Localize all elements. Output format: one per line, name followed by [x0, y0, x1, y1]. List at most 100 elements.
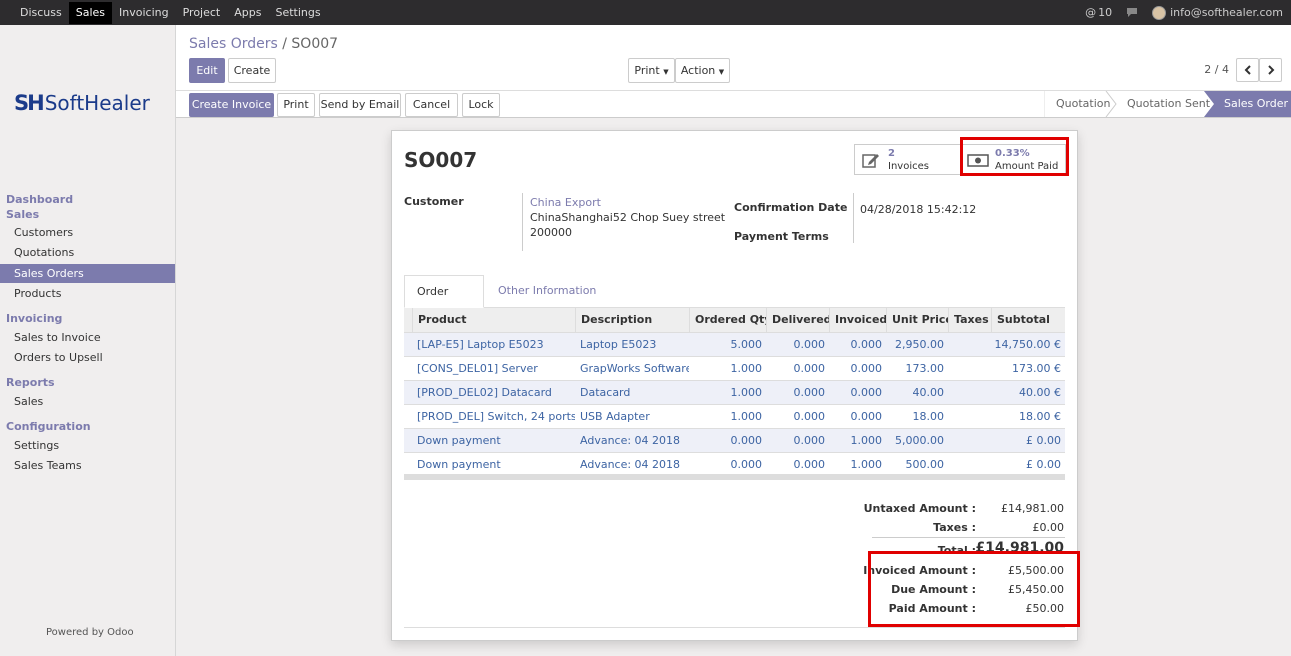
col-subtotal[interactable]: Subtotal	[991, 308, 1065, 332]
sidebar-section-invoicing: Invoicing	[6, 312, 63, 325]
taxes-value: £0.00	[1032, 521, 1065, 534]
pencil-square-icon	[862, 154, 879, 168]
customer-address-line1: ChinaShanghai52 Chop Suey street	[530, 211, 726, 224]
cell-product: Down payment	[417, 434, 501, 447]
print-button[interactable]: Print	[277, 93, 315, 117]
chat-button[interactable]	[1126, 7, 1138, 18]
cancel-button[interactable]: Cancel	[405, 93, 458, 117]
col-product[interactable]: Product	[412, 308, 575, 332]
table-row[interactable]: [PROD_DEL02] Datacard Datacard 1.000 0.000 0…	[404, 380, 1065, 404]
create-button[interactable]: Create	[228, 58, 276, 83]
mentions-count: 10	[1098, 6, 1113, 19]
cell-delivered: 0.000	[793, 434, 826, 447]
sidebar-section-sales: Sales	[6, 208, 40, 221]
field-divider	[522, 193, 523, 251]
cell-delivered: 0.000	[793, 410, 826, 423]
field-divider	[853, 193, 854, 243]
cell-description: Datacard	[580, 386, 631, 399]
cell-taxes	[948, 381, 991, 405]
create-invoice-button[interactable]: Create Invoice	[189, 93, 274, 117]
cell-invoiced: 0.000	[850, 362, 883, 375]
cell-invoiced: 1.000	[850, 434, 883, 447]
col-unit-price[interactable]: Unit Price	[886, 308, 948, 332]
untaxed-amount-value: £14,981.00	[1001, 502, 1064, 515]
confirmation-date-label: Confirmation Date	[734, 201, 848, 214]
edit-button[interactable]: Edit	[189, 58, 225, 83]
col-taxes[interactable]: Taxes	[948, 308, 991, 332]
customer-link[interactable]: China Export	[530, 196, 601, 209]
top-navbar: Discuss Sales Invoicing Project Apps Set…	[0, 0, 1291, 25]
highlight-amount-paid	[960, 137, 1069, 176]
powered-by[interactable]: Powered by Odoo	[46, 627, 134, 638]
sidebar: SH SoftHealer Dashboard Sales Customers …	[0, 25, 176, 656]
user-menu[interactable]: info@softhealer.com	[1152, 5, 1283, 20]
logo-mark: SH	[14, 91, 45, 115]
invoices-smart-button[interactable]: 2 Invoices	[854, 144, 961, 175]
caret-down-icon: ▼	[663, 68, 669, 76]
table-row[interactable]: [CONS_DEL01] Server GrapWorks Software 1.0…	[404, 356, 1065, 380]
pager-previous-button[interactable]	[1236, 58, 1259, 82]
menu-apps[interactable]: Apps	[227, 0, 268, 25]
sidebar-item-sales-to-invoice[interactable]: Sales to Invoice	[0, 328, 175, 347]
cell-unit-price: 5,000.00	[895, 434, 944, 447]
print-dropdown-label: Print	[634, 64, 660, 77]
stage-quotation[interactable]: Quotation	[1046, 91, 1110, 117]
cell-delivered: 0.000	[793, 386, 826, 399]
col-ordered-qty[interactable]: Ordered Qty	[689, 308, 766, 332]
taxes-label: Taxes :	[933, 521, 976, 534]
sidebar-item-reports-sales[interactable]: Sales	[0, 392, 175, 411]
cell-invoiced: 0.000	[850, 410, 883, 423]
customer-address-line2: 200000	[530, 226, 572, 239]
sidebar-item-orders-to-upsell[interactable]: Orders to Upsell	[0, 348, 175, 367]
form-statusbar: Create Invoice Print Send by Email Cance…	[176, 91, 1291, 118]
table-row[interactable]: [PROD_DEL] Switch, 24 ports USB Adapter 1.…	[404, 404, 1065, 428]
cell-taxes	[948, 333, 991, 357]
lock-button[interactable]: Lock	[462, 93, 500, 117]
sheet-divider	[404, 627, 1065, 628]
table-footer	[404, 474, 1065, 480]
sidebar-item-quotations[interactable]: Quotations	[0, 243, 175, 262]
menu-sales[interactable]: Sales	[68, 1, 113, 24]
user-email: info@softhealer.com	[1170, 6, 1283, 19]
mentions-button[interactable]: @ 10	[1085, 6, 1112, 19]
sidebar-item-settings[interactable]: Settings	[0, 436, 175, 455]
cell-product: [PROD_DEL] Switch, 24 ports	[417, 410, 575, 423]
table-row[interactable]: Down payment Advance: 04 2018 0.000 0.000 1.…	[404, 428, 1065, 452]
col-invoiced[interactable]: Invoiced	[829, 308, 886, 332]
send-by-email-button[interactable]: Send by Email	[319, 93, 401, 117]
pager-value[interactable]: 2 / 4	[1204, 63, 1229, 76]
cell-product: [LAP-E5] Laptop E5023	[417, 338, 544, 351]
sidebar-item-sales-teams[interactable]: Sales Teams	[0, 456, 175, 475]
col-delivered[interactable]: Delivered	[766, 308, 829, 332]
sidebar-item-products[interactable]: Products	[0, 284, 175, 303]
menu-invoicing[interactable]: Invoicing	[112, 0, 176, 25]
col-description[interactable]: Description	[575, 308, 689, 332]
cell-product: [PROD_DEL02] Datacard	[417, 386, 552, 399]
payment-terms-label: Payment Terms	[734, 230, 829, 243]
cell-unit-price: 2,950.00	[895, 338, 944, 351]
stage-quotation-sent[interactable]: Quotation Sent	[1117, 91, 1210, 117]
action-dropdown[interactable]: Action ▼	[675, 58, 730, 83]
table-row[interactable]: [LAP-E5] Laptop E5023 Laptop E5023 5.000 0.…	[404, 332, 1065, 356]
tab-other-information[interactable]: Other Information	[486, 275, 608, 308]
tab-order-lines[interactable]: Order Lines	[404, 275, 484, 330]
total-divider	[872, 537, 1065, 538]
cell-ordered-qty: 5.000	[730, 338, 763, 351]
cell-taxes	[948, 405, 991, 429]
menu-discuss[interactable]: Discuss	[13, 0, 69, 25]
order-name: SO007	[404, 148, 478, 172]
sidebar-item-customers[interactable]: Customers	[0, 223, 175, 242]
print-dropdown[interactable]: Print ▼	[628, 58, 675, 83]
breadcrumb-parent[interactable]: Sales Orders	[189, 36, 278, 52]
sidebar-dashboard[interactable]: Dashboard	[6, 193, 73, 206]
sidebar-item-sales-orders[interactable]: Sales Orders	[0, 264, 175, 283]
company-logo: SH SoftHealer	[14, 91, 150, 115]
stage-sales-order[interactable]: Sales Order	[1214, 91, 1288, 117]
menu-settings[interactable]: Settings	[268, 0, 327, 25]
cell-ordered-qty: 1.000	[730, 362, 763, 375]
cell-subtotal: 14,750.00 €	[994, 338, 1061, 351]
invoices-count: 2	[888, 148, 895, 159]
pager-next-button[interactable]	[1259, 58, 1282, 82]
menu-project[interactable]: Project	[176, 0, 228, 25]
table-row[interactable]: Down payment Advance: 04 2018 0.000 0.000 1.…	[404, 452, 1065, 476]
